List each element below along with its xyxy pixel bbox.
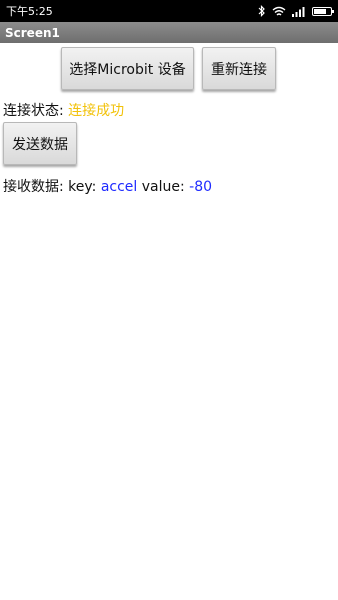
app-title: Screen1 [5, 25, 60, 40]
app-title-bar: Screen1 [0, 22, 338, 43]
connection-status-row: 连接状态: 连接成功 [3, 100, 124, 120]
received-data-row: 接收数据: key: accel value: -80 [3, 176, 212, 196]
status-bar: 下午5:25 [0, 0, 338, 22]
received-key-value: accel [100, 179, 138, 195]
signal-icon [292, 6, 305, 17]
battery-icon [312, 6, 334, 16]
send-data-button[interactable]: 发送数据 [3, 122, 77, 165]
status-time: 下午5:25 [6, 5, 53, 18]
select-microbit-device-label: 选择Microbit 设备 [69, 61, 186, 78]
reconnect-label: 重新连接 [211, 61, 267, 78]
received-data-label: 接收数据: key: [3, 179, 101, 195]
received-value: -80 [189, 179, 213, 195]
status-icons [258, 5, 334, 17]
received-value-label: value: [137, 179, 190, 195]
connection-status-label: 连接状态: [3, 103, 69, 119]
send-data-label: 发送数据 [12, 136, 68, 153]
bluetooth-icon [258, 5, 265, 17]
wifi-icon [272, 6, 286, 16]
connection-status-value: 连接成功 [68, 103, 125, 119]
reconnect-button[interactable]: 重新连接 [202, 47, 276, 90]
select-microbit-device-button[interactable]: 选择Microbit 设备 [61, 47, 194, 90]
